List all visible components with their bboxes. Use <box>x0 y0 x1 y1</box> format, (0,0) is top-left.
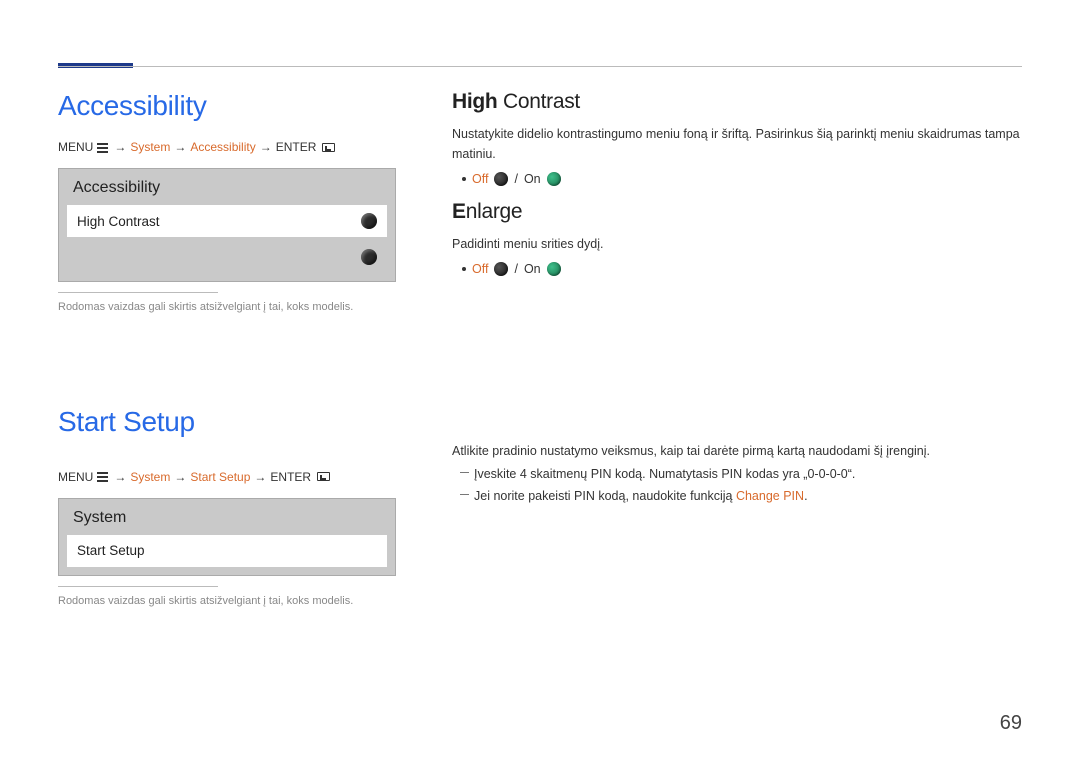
toggle-on-icon <box>547 172 561 186</box>
start-setup-step-pin: Įveskite 4 skaitmenų PIN kodą. Numatytas… <box>452 463 1022 486</box>
high-contrast-heading: High Contrast <box>452 90 1022 114</box>
menu-icon <box>97 471 108 482</box>
start-setup-row[interactable]: Start Setup <box>67 535 387 567</box>
start-setup-heading: Start Setup <box>58 406 396 438</box>
bullet-icon <box>462 267 466 271</box>
enlarge-heading: Enlarge <box>452 200 1022 224</box>
menu-icon <box>97 142 108 153</box>
slash-separator: / <box>514 172 517 186</box>
slash-separator: / <box>514 262 517 276</box>
vertical-spacer <box>58 316 396 406</box>
arrow-icon: → <box>114 140 126 154</box>
breadcrumb-current: Start Setup <box>190 470 250 484</box>
heading-first-letter: E <box>452 200 466 223</box>
heading-first-letter: High <box>452 90 497 113</box>
manual-page: Accessibility MENU → System → Accessibil… <box>0 0 1080 763</box>
step2-text-a: Jei norite pakeisti PIN kodą, naudokite … <box>474 489 736 503</box>
on-label: On <box>524 262 541 276</box>
bullet-icon <box>462 177 466 181</box>
arrow-icon: → <box>254 470 266 484</box>
high-contrast-options: Off / On <box>462 172 1022 186</box>
top-horizontal-rule <box>58 66 1022 67</box>
start-setup-intro: Atlikite pradinio nustatymo veiksmus, ka… <box>452 440 1022 463</box>
right-column: High Contrast Nustatykite didelio kontra… <box>452 90 1022 609</box>
breadcrumb-enter-label: ENTER <box>270 470 311 484</box>
system-settings-panel: System Start Setup <box>58 498 396 576</box>
toggle-off-icon <box>494 172 508 186</box>
off-label: Off <box>472 262 488 276</box>
breadcrumb-menu-label: MENU <box>58 140 93 154</box>
enlarge-section: Enlarge Padidinti meniu srities dydį. Of… <box>452 200 1022 276</box>
change-pin-label: Change PIN <box>736 489 804 503</box>
accessibility-model-caption: Rodomas vaizdas gali skirtis atsižvelgia… <box>58 299 396 316</box>
caption-divider <box>58 586 218 587</box>
enter-icon <box>322 143 335 152</box>
arrow-icon: → <box>174 140 186 154</box>
breadcrumb-system: System <box>130 470 170 484</box>
start-setup-model-caption: Rodomas vaizdas gali skirtis atsižvelgia… <box>58 593 396 610</box>
panel-title: Accessibility <box>59 169 395 205</box>
arrow-icon: → <box>174 470 186 484</box>
caption-divider <box>58 292 218 293</box>
row-label: Start Setup <box>77 543 145 558</box>
arrow-icon: → <box>114 470 126 484</box>
high-contrast-description: Nustatykite didelio kontrastingumo meniu… <box>452 124 1022 164</box>
toggle-off-icon[interactable] <box>361 213 377 229</box>
left-column: Accessibility MENU → System → Accessibil… <box>58 90 396 609</box>
enlarge-options: Off / On <box>462 262 1022 276</box>
step2-text-c: . <box>804 489 807 503</box>
breadcrumb-current: Accessibility <box>190 140 255 154</box>
toggle-on-icon <box>547 262 561 276</box>
on-label: On <box>524 172 541 186</box>
row-label: High Contrast <box>77 214 160 229</box>
enlarge-description: Padidinti meniu srities dydį. <box>452 234 1022 254</box>
breadcrumb-system: System <box>130 140 170 154</box>
heading-rest: nlarge <box>466 200 523 223</box>
heading-rest: Contrast <box>497 90 580 113</box>
enter-icon <box>317 472 330 481</box>
breadcrumb-enter-label: ENTER <box>276 140 317 154</box>
start-setup-breadcrumb: MENU → System → Start Setup → ENTER <box>58 470 396 484</box>
breadcrumb-menu-label: MENU <box>58 470 93 484</box>
vertical-spacer <box>452 290 1022 440</box>
start-setup-instructions: Atlikite pradinio nustatymo veiksmus, ka… <box>452 440 1022 508</box>
toggle-off-icon <box>494 262 508 276</box>
panel-title: System <box>59 499 395 535</box>
start-setup-step-change-pin: Jei norite pakeisti PIN kodą, naudokite … <box>452 485 1022 508</box>
toggle-off-icon[interactable] <box>361 249 377 265</box>
two-column-layout: Accessibility MENU → System → Accessibil… <box>58 90 1022 609</box>
accessibility-settings-panel: Accessibility High Contrast <box>58 168 396 282</box>
accessibility-heading: Accessibility <box>58 90 396 122</box>
off-label: Off <box>472 172 488 186</box>
arrow-icon: → <box>260 140 272 154</box>
high-contrast-row[interactable]: High Contrast <box>67 205 387 237</box>
accessibility-breadcrumb: MENU → System → Accessibility → ENTER <box>58 140 396 154</box>
page-number: 69 <box>1000 712 1022 735</box>
enlarge-row[interactable] <box>67 241 387 273</box>
